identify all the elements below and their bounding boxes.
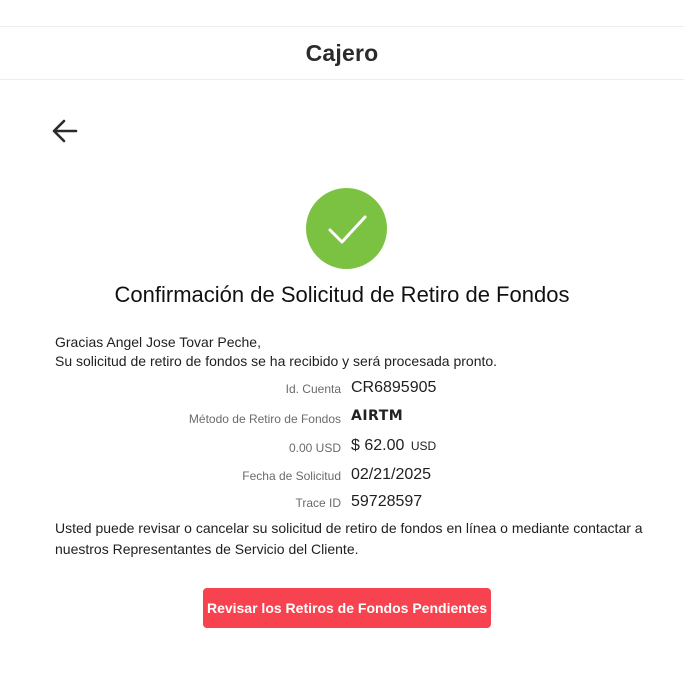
detail-row-account: Id. Cuenta CR6895905 [0, 376, 684, 402]
detail-row-trace: Trace ID 59728597 [0, 490, 684, 516]
detail-row-method: Método de Retiro de Fondos AIRTM [0, 405, 684, 431]
arrow-left-icon [52, 119, 78, 143]
fee-label: 0.00 USD [288, 441, 341, 455]
trace-label: Trace ID [295, 496, 341, 510]
success-badge [306, 188, 387, 269]
method-label: Método de Retiro de Fondos [188, 412, 341, 426]
page-header: Cajero [0, 26, 684, 80]
confirmation-message: Su solicitud de retiro de fondos se ha r… [55, 353, 498, 369]
footer-text: Usted puede revisar o cancelar su solici… [55, 520, 643, 557]
trace-value: 59728597 [351, 493, 423, 510]
airtm-logo: AIRTM [351, 408, 404, 424]
confirmation-title: Confirmación de Solicitud de Retiro de F… [114, 282, 570, 307]
account-label: Id. Cuenta [285, 382, 341, 396]
detail-row-amount: 0.00 USD $ 62.00 USD [0, 434, 684, 460]
date-value: 02/21/2025 [351, 466, 432, 483]
page-title: Cajero [305, 39, 379, 66]
amount-number: $ 62.00 [351, 437, 405, 454]
amount-currency: USD [410, 439, 437, 453]
greeting-line: Gracias Angel Jose Tovar Peche, [55, 334, 261, 350]
checkmark-icon [328, 215, 366, 243]
amount-value: $ 62.00 USD [351, 437, 436, 455]
account-value: CR6895905 [351, 379, 437, 396]
detail-row-date: Fecha de Solicitud 02/21/2025 [0, 463, 684, 489]
date-label: Fecha de Solicitud [242, 469, 341, 483]
greeting-text: Gracias Angel Jose Tovar Peche, Su solic… [55, 333, 497, 371]
review-pending-withdrawals-button[interactable]: Revisar los Retiros de Fondos Pendientes [203, 588, 491, 628]
back-button[interactable] [50, 116, 80, 146]
